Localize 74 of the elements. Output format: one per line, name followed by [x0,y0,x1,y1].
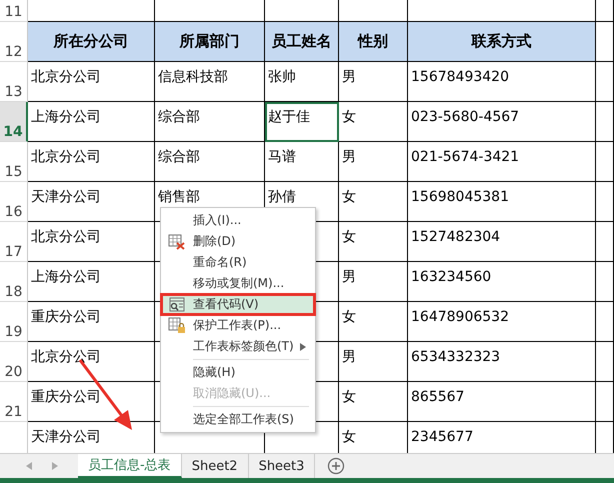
table-cell: 天津分公司 [28,182,155,222]
row-number[interactable]: 18 [0,262,28,302]
table-cell: 16478906532 [408,302,596,342]
column-header: 性别 [339,22,408,62]
scroll-right-icon[interactable] [52,462,58,470]
row-number[interactable]: 19 [0,302,28,342]
table-cell: 张帅 [265,62,339,102]
table-cell: 1527482304 [408,222,596,262]
table-cell: 15678493420 [408,62,596,102]
empty-cell [596,182,614,222]
table-cell: 上海分公司 [28,102,155,142]
row-number[interactable]: 13 [0,62,28,102]
menu-item[interactable]: 重命名(R) [161,252,315,273]
table-cell: 865567 [408,382,596,422]
table-cell: 023-5680-4567 [408,102,596,142]
empty-cell [596,382,614,422]
table-cell: 赵于佳 [265,102,339,142]
empty-cell [596,302,614,342]
menu-item[interactable]: 删除(D) [161,231,315,252]
table-cell: 6534332323 [408,342,596,382]
row-number[interactable]: 20 [0,342,28,382]
table-cell: 男 [339,142,408,182]
menu-item[interactable]: 隐藏(H) [161,362,315,383]
empty-cell [596,342,614,382]
empty-cell [596,102,614,142]
row-number[interactable]: 11 [0,0,28,22]
table-cell: 女 [339,182,408,222]
table-cell: 综合部 [155,102,265,142]
menu-item[interactable]: 工作表标签颜色(T) [161,336,315,357]
table-cell: 女 [339,222,408,262]
sheet-tab[interactable]: 员工信息-总表 [78,454,182,478]
row-number[interactable]: 12 [0,22,28,62]
empty-cell [596,262,614,302]
table-cell: 女 [339,382,408,422]
table-cell: 北京分公司 [28,142,155,182]
table-cell: 163234560 [408,262,596,302]
row-number[interactable]: 14 [0,102,28,142]
table-cell: 男 [339,62,408,102]
table-cell: 北京分公司 [28,222,155,262]
table-cell: 021-5674-3421 [408,142,596,182]
menu-item[interactable]: 保护工作表(P)... [161,315,315,336]
table-cell: 女 [339,102,408,142]
table-cell: 上海分公司 [28,262,155,302]
menu-item[interactable]: 选定全部工作表(S) [161,409,315,430]
empty-cell [596,22,614,62]
column-header: 所属部门 [155,22,265,62]
add-sheet-icon[interactable] [327,457,346,475]
table-cell: 北京分公司 [28,62,155,102]
empty-cell [596,142,614,182]
empty-cell [596,0,614,22]
row-number[interactable]: 15 [0,142,28,182]
table-cell: 马谱 [265,142,339,182]
column-header: 所在分公司 [28,22,155,62]
column-header: 员工姓名 [265,22,339,62]
row-number[interactable]: 16 [0,182,28,222]
protect-sheet-icon [168,316,186,334]
table-cell: 综合部 [155,142,265,182]
delete-sheet-icon [168,234,186,250]
empty-cell [596,62,614,102]
table-cell: 重庆分公司 [28,302,155,342]
row-number[interactable]: 21 [0,382,28,422]
row-number[interactable]: 17 [0,222,28,262]
menu-item[interactable]: 查看代码(V) [161,294,315,315]
table-cell: 女 [339,302,408,342]
column-header: 联系方式 [408,22,596,62]
table-cell: 男 [339,342,408,382]
table-cell: 男 [339,262,408,302]
view-code-icon [168,296,186,312]
empty-cell [596,222,614,262]
menu-item[interactable]: 移动或复制(M)... [161,273,315,294]
table-cell: 15698045381 [408,182,596,222]
scroll-left-icon[interactable] [26,462,32,470]
submenu-arrow-icon [300,342,306,350]
table-cell: 信息科技部 [155,62,265,102]
